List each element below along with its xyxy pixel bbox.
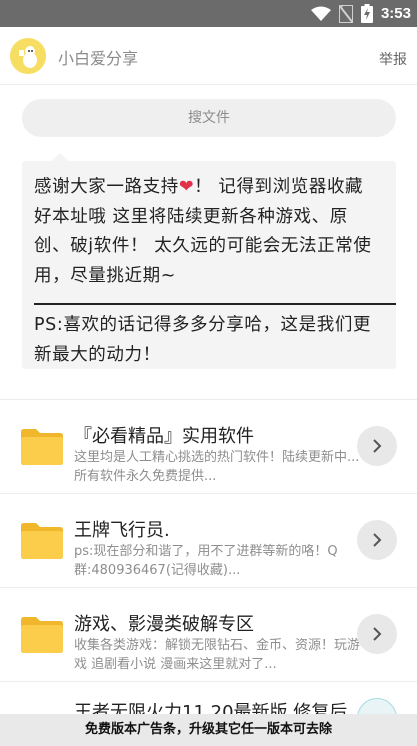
folder-icon — [21, 523, 63, 559]
notice-divider — [34, 303, 396, 305]
heart-icon: ❤ — [178, 177, 195, 197]
folder-list: 『必看精品』实用软件 这里均是人工精心挑选的热门软件！陆续更新中...所有软件永… — [0, 399, 417, 746]
list-item[interactable]: 王牌飞行员. ps:现在部分和谐了，用不了进群等新的咯！Q群:480936467… — [0, 494, 417, 588]
notice-line-5: PS:喜欢的话记得多多分享哈，这是我们更 — [34, 315, 372, 335]
ad-banner[interactable]: 免费版本广告条，升级其它任一版本可去除 — [0, 714, 417, 746]
item-desc: 收集各类游戏：解锁无限钻石、金币、资源！玩游戏 追剧看小说 漫画来这里就对了..… — [74, 638, 360, 672]
item-desc: 这里均是人工精心挑选的热门软件！陆续更新中...所有软件永久免费提供... — [74, 450, 360, 484]
clock: 3:53 — [380, 5, 411, 22]
chevron-right-icon — [373, 439, 382, 453]
item-title: 游戏、影漫类破解专区 — [74, 614, 254, 635]
battery-charging-icon — [360, 4, 373, 23]
folder-icon — [21, 617, 63, 653]
item-title: 『必看精品』实用软件 — [74, 426, 254, 447]
chevron-right-icon — [373, 627, 382, 641]
notice-line-6: 新最大的动力！ — [34, 344, 161, 365]
notice-line-1a: 感谢大家一路支持 — [34, 177, 179, 197]
list-item[interactable]: 『必看精品』实用软件 这里均是人工精心挑选的热门软件！陆续更新中...所有软件永… — [0, 400, 417, 494]
item-desc: ps:现在部分和谐了，用不了进群等新的咯！Q群:480936467(记得收藏).… — [74, 544, 338, 578]
cartoon-avatar-icon[interactable] — [10, 38, 46, 74]
list-item[interactable]: 游戏、影漫类破解专区 收集各类游戏：解锁无限钻石、金币、资源！玩游戏 追剧看小说… — [0, 588, 417, 682]
report-link[interactable]: 举报 — [379, 49, 407, 69]
status-bar: 3:53 — [0, 0, 417, 27]
notice-line-1b: ！ 记得到浏览器收藏 — [194, 177, 364, 197]
item-title: 王牌飞行员. — [74, 520, 170, 541]
open-button[interactable] — [357, 614, 397, 654]
notice-line-4: 用，尽量挑近期~ — [34, 265, 176, 286]
chevron-right-icon — [373, 533, 382, 547]
open-button[interactable] — [357, 426, 397, 466]
notice-bubble: 感谢大家一路支持❤！ 记得到浏览器收藏 好本址哦 这里将陆续更新各种游戏、原 创… — [22, 153, 396, 370]
notice-ps: PS:喜欢的话记得多多分享哈，这是我们更 新最大的动力！ — [34, 311, 396, 370]
wifi-icon — [310, 6, 331, 21]
notice-line-2: 好本址哦 这里将陆续更新各种游戏、原 — [34, 206, 348, 227]
no-sim-icon — [338, 4, 353, 23]
notice-text: 感谢大家一路支持❤！ 记得到浏览器收藏 好本址哦 这里将陆续更新各种游戏、原 创… — [34, 173, 396, 291]
search-bar[interactable]: 搜文件 — [22, 99, 396, 137]
bubble-pointer — [52, 153, 68, 161]
app-header: 小白爱分享 举报 — [0, 27, 417, 85]
open-button[interactable] — [357, 520, 397, 560]
notice-line-3: 创、破j软件！ 太久远的可能会无法正常使 — [34, 236, 372, 256]
folder-icon — [21, 429, 63, 465]
app-title: 小白爱分享 — [58, 49, 139, 68]
